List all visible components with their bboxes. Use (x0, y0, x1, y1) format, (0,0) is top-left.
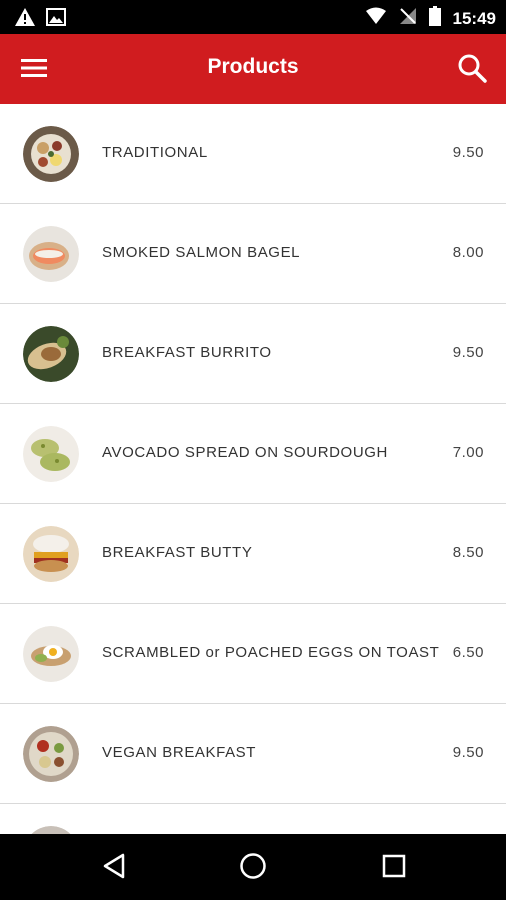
search-button[interactable] (452, 50, 492, 90)
product-list[interactable]: TRADITIONAL 9.50 SMOKED SALMON BAGEL 8.0… (0, 104, 506, 834)
recents-button[interactable] (374, 848, 414, 888)
product-name: AVOCADO SPREAD ON SOURDOUGH (102, 444, 388, 461)
status-right-icons: 15:49 (365, 6, 496, 31)
home-button[interactable] (233, 848, 273, 888)
product-row-partial[interactable] (0, 804, 506, 834)
battery-icon (428, 6, 441, 31)
product-row[interactable]: BREAKFAST BUTTY 8.50 (0, 504, 506, 604)
product-row[interactable]: SCRAMBLED or POACHED EGGS ON TOAST 6.50 (0, 604, 506, 704)
back-icon (102, 853, 126, 884)
product-name: SCRAMBLED or POACHED EGGS ON TOAST (102, 644, 440, 661)
product-price: 8.50 (452, 544, 484, 561)
image-icon (46, 8, 66, 31)
product-image (23, 226, 79, 282)
back-button[interactable] (94, 848, 134, 888)
product-price: 7.00 (452, 444, 484, 461)
product-name: TRADITIONAL (102, 144, 208, 161)
app-bar: Products (0, 34, 506, 104)
product-image (23, 326, 79, 382)
product-image (23, 626, 79, 682)
status-bar: 15:49 (0, 0, 506, 34)
product-price: 9.50 (452, 144, 484, 161)
wifi-icon (365, 7, 387, 30)
product-row[interactable]: BREAKFAST BURRITO 9.50 (0, 304, 506, 404)
product-price: 9.50 (452, 744, 484, 761)
product-name: BREAKFAST BUTTY (102, 544, 253, 561)
warning-icon (14, 7, 36, 32)
recents-icon (382, 854, 406, 883)
product-name: VEGAN BREAKFAST (102, 744, 257, 761)
status-time: 15:49 (452, 8, 496, 28)
product-name: SMOKED SALMON BAGEL (102, 244, 301, 261)
status-left-icons (14, 7, 66, 32)
home-icon (239, 852, 267, 885)
product-row[interactable]: AVOCADO SPREAD ON SOURDOUGH 7.00 (0, 404, 506, 504)
product-price: 9.50 (452, 344, 484, 361)
product-row[interactable]: TRADITIONAL 9.50 (0, 104, 506, 204)
product-image (23, 526, 79, 582)
product-row[interactable]: SMOKED SALMON BAGEL 8.00 (0, 204, 506, 304)
product-row[interactable]: VEGAN BREAKFAST 9.50 (0, 704, 506, 804)
system-nav-bar (0, 834, 506, 900)
search-icon (457, 53, 487, 88)
product-price: 6.50 (452, 644, 484, 661)
product-image (23, 726, 79, 782)
no-signal-icon (399, 7, 417, 30)
product-image (23, 826, 79, 834)
page-title: Products (207, 55, 299, 78)
product-image (23, 426, 79, 482)
product-image (23, 126, 79, 182)
product-price: 8.00 (452, 244, 484, 261)
product-name: BREAKFAST BURRITO (102, 344, 272, 361)
